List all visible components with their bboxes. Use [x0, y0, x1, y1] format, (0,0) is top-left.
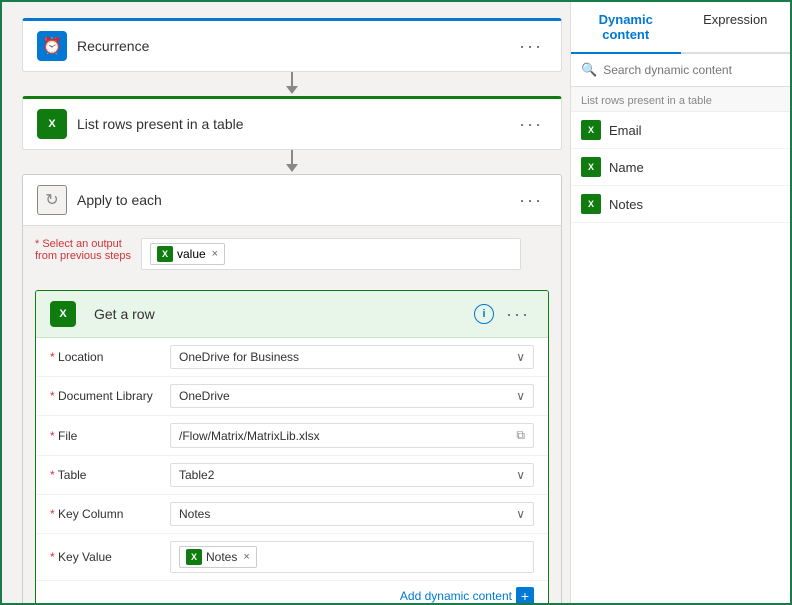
key-value-value[interactable]: X Notes ×: [170, 541, 534, 573]
doc-library-label: Document Library: [50, 389, 170, 403]
add-dynamic-content-link[interactable]: Add dynamic content: [400, 589, 512, 603]
doc-library-dropdown-arrow: ∨: [516, 389, 525, 403]
info-icon[interactable]: i: [474, 304, 494, 324]
value-tag-row[interactable]: X value ×: [141, 238, 521, 270]
key-column-dropdown-arrow: ∨: [516, 507, 525, 521]
recurrence-label: Recurrence: [77, 38, 515, 54]
arrow-1: [22, 72, 562, 96]
location-label: Location: [50, 350, 170, 364]
get-row-header: X Get a row i ···: [36, 291, 548, 338]
search-input[interactable]: [603, 63, 780, 77]
dynamic-item-email[interactable]: X Email: [571, 112, 790, 149]
recurrence-icon: ⏰: [37, 31, 67, 61]
key-value-tag-label: Notes: [206, 550, 237, 564]
key-value-field-row: Key Value X Notes ×: [36, 534, 548, 581]
apply-each-icon: ↻: [37, 185, 67, 215]
value-tag: X value ×: [150, 243, 225, 265]
dynamic-item-name-label: Name: [609, 160, 644, 175]
dynamic-item-notes-label: Notes: [609, 197, 643, 212]
dynamic-item-email-label: Email: [609, 123, 642, 138]
location-dropdown-arrow: ∨: [516, 350, 525, 364]
recurrence-step: ⏰ Recurrence ···: [22, 18, 562, 72]
location-field-row: Location OneDrive for Business ∨: [36, 338, 548, 377]
tab-dynamic-content[interactable]: Dynamic content: [571, 2, 681, 54]
table-field-row: Table Table2 ∨: [36, 456, 548, 495]
key-column-label: Key Column: [50, 507, 170, 521]
key-value-tag-close[interactable]: ×: [243, 551, 249, 563]
doc-library-value[interactable]: OneDrive ∨: [170, 384, 534, 408]
add-dynamic-plus-button[interactable]: +: [516, 587, 534, 603]
value-tag-label: value: [177, 247, 206, 261]
get-row-card: X Get a row i ··· Location OneDrive for …: [35, 290, 549, 603]
dynamic-item-notes-icon: X: [581, 194, 601, 214]
list-rows-label: List rows present in a table: [77, 116, 515, 132]
search-icon: 🔍: [581, 62, 597, 78]
apply-each-more-button[interactable]: ···: [515, 190, 547, 211]
location-value[interactable]: OneDrive for Business ∨: [170, 345, 534, 369]
dynamic-item-name-icon: X: [581, 157, 601, 177]
list-rows-icon: X: [37, 109, 67, 139]
file-browse-icon[interactable]: ⧉: [516, 428, 525, 443]
add-dynamic-row: Add dynamic content +: [36, 581, 548, 603]
key-column-value[interactable]: Notes ∨: [170, 502, 534, 526]
apply-each-body: * Select an outputfrom previous steps X …: [23, 226, 561, 603]
arrow-2: [22, 150, 562, 174]
recurrence-more-button[interactable]: ···: [515, 36, 547, 57]
doc-library-field-row: Document Library OneDrive ∨: [36, 377, 548, 416]
key-value-label: Key Value: [50, 550, 170, 564]
dynamic-items-list: X Email X Name X Notes: [571, 112, 790, 223]
file-value[interactable]: /Flow/Matrix/MatrixLib.xlsx ⧉: [170, 423, 534, 448]
table-label: Table: [50, 468, 170, 482]
tab-expression[interactable]: Expression: [681, 2, 791, 54]
panel-section-label: List rows present in a table: [571, 87, 790, 112]
get-row-title: Get a row: [94, 306, 474, 322]
value-tag-icon: X: [157, 246, 173, 262]
table-value[interactable]: Table2 ∨: [170, 463, 534, 487]
value-tag-close[interactable]: ×: [212, 248, 218, 260]
key-column-field-row: Key Column Notes ∨: [36, 495, 548, 534]
key-value-tag: X Notes ×: [179, 546, 257, 568]
select-output-label: * Select an outputfrom previous steps: [35, 238, 131, 262]
get-row-body: Location OneDrive for Business ∨ Documen…: [36, 338, 548, 603]
dynamic-item-name[interactable]: X Name: [571, 149, 790, 186]
key-value-tag-icon: X: [186, 549, 202, 565]
table-dropdown-arrow: ∨: [516, 468, 525, 482]
file-label: File: [50, 429, 170, 443]
get-row-icon: X: [50, 301, 76, 327]
get-row-more-button[interactable]: ···: [502, 304, 534, 325]
dynamic-item-email-icon: X: [581, 120, 601, 140]
panel-search-bar: 🔍: [571, 54, 790, 87]
panel-tabs: Dynamic content Expression: [571, 2, 790, 54]
list-rows-more-button[interactable]: ···: [515, 114, 547, 135]
apply-each-title: Apply to each: [77, 192, 515, 208]
list-rows-step: X List rows present in a table ···: [22, 96, 562, 150]
right-panel: Dynamic content Expression 🔍 List rows p…: [570, 2, 790, 603]
dynamic-item-notes[interactable]: X Notes: [571, 186, 790, 223]
apply-each-header: ↻ Apply to each ···: [23, 175, 561, 226]
file-field-row: File /Flow/Matrix/MatrixLib.xlsx ⧉: [36, 416, 548, 456]
apply-each-container: ↻ Apply to each ··· * Select an outputfr…: [22, 174, 562, 603]
